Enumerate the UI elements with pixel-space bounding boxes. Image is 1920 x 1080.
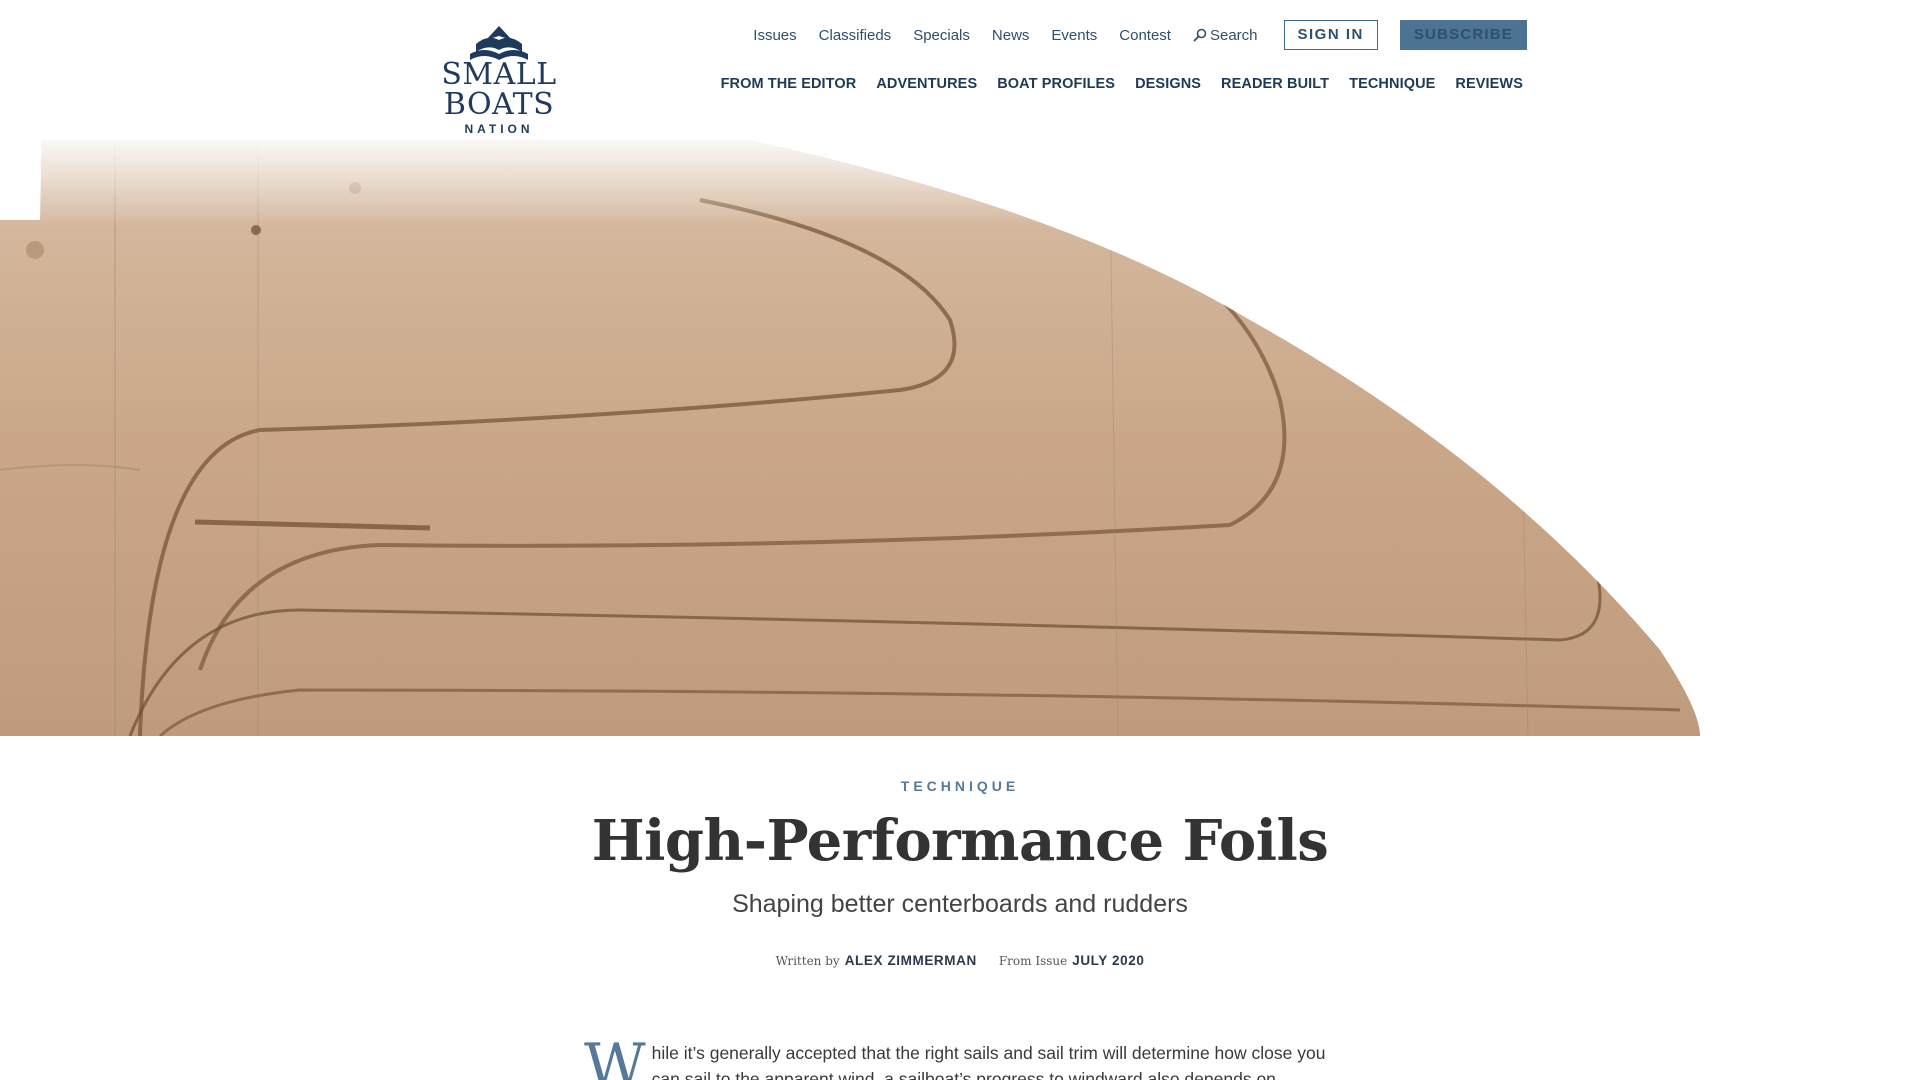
subscribe-button[interactable]: SUBSCRIBE	[1399, 20, 1527, 50]
logo-wordmark: SMALL BOATS	[441, 57, 557, 122]
util-nav-issues[interactable]: Issues	[753, 27, 796, 44]
util-nav-events[interactable]: Events	[1051, 27, 1097, 44]
hero-image	[0, 130, 1920, 736]
article-paragraph: hile it’s generally accepted that the ri…	[651, 1043, 1326, 1080]
logo-subtitle: NATION	[464, 122, 534, 136]
article-body: W hile it’s generally accepted that the …	[584, 1030, 1336, 1080]
utility-nav: Issues Classifieds Specials News Events …	[753, 20, 1527, 50]
written-by-label: Written by	[775, 954, 840, 968]
main-nav-designs[interactable]: DESIGNS	[1135, 76, 1201, 92]
main-nav: FROM THE EDITOR ADVENTURES BOAT PROFILES…	[721, 76, 1523, 92]
drop-cap: W	[584, 1031, 646, 1080]
util-nav-classifieds[interactable]: Classifieds	[819, 27, 892, 44]
main-nav-reviews[interactable]: REVIEWS	[1455, 76, 1523, 92]
search-link[interactable]: Search	[1193, 27, 1258, 44]
util-nav-specials[interactable]: Specials	[913, 27, 970, 44]
site-logo[interactable]: SMALL BOATS NATION	[398, 24, 600, 136]
search-label: Search	[1209, 26, 1258, 44]
main-nav-technique[interactable]: TECHNIQUE	[1349, 76, 1435, 92]
article-subtitle: Shaping better centerboards and rudders	[732, 890, 1188, 918]
main-nav-reader-built[interactable]: READER BUILT	[1221, 76, 1329, 92]
byline: Written by ALEX ZIMMERMAN From Issue JULY 2…	[0, 953, 1920, 968]
main-nav-from-the-editor[interactable]: FROM THE EDITOR	[721, 76, 857, 92]
article-category[interactable]: TECHNIQUE	[0, 778, 1920, 794]
author-link[interactable]: ALEX ZIMMERMAN	[845, 953, 977, 968]
main-nav-boat-profiles[interactable]: BOAT PROFILES	[997, 76, 1115, 92]
issue-link[interactable]: JULY 2020	[1072, 953, 1144, 968]
util-nav-contest[interactable]: Contest	[1119, 27, 1171, 44]
util-nav-news[interactable]: News	[992, 27, 1030, 44]
article-title: High-Performance Foils	[591, 808, 1329, 874]
search-icon	[1193, 28, 1207, 42]
wooden-foil-icon	[0, 130, 1700, 736]
sign-in-button[interactable]: SIGN IN	[1283, 20, 1378, 50]
from-issue-label: From Issue	[998, 954, 1068, 968]
main-nav-adventures[interactable]: ADVENTURES	[876, 76, 977, 92]
site-header: SMALL BOATS NATION Issues Classifieds Sp…	[0, 0, 1920, 140]
